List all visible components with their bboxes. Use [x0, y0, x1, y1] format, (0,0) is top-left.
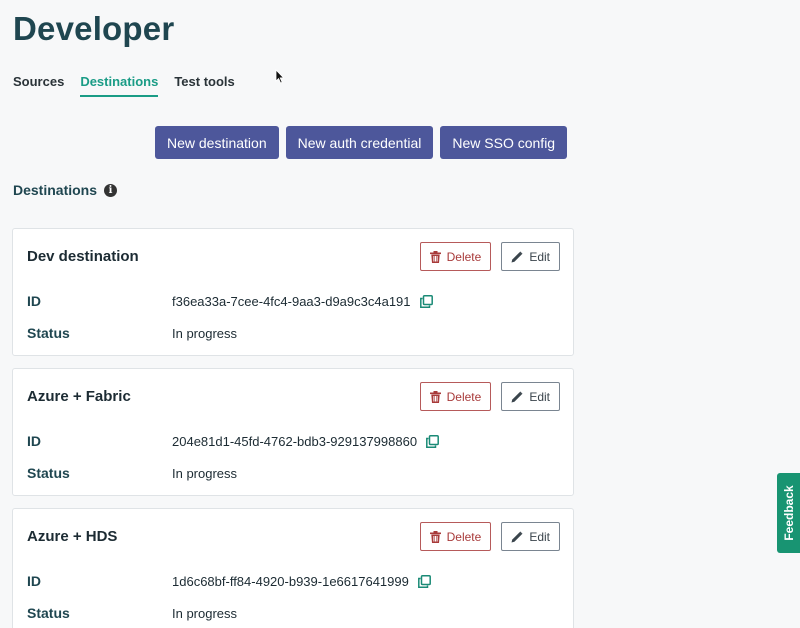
destination-id: 1d6c68bf-ff84-4920-b939-1e6617641999 — [172, 573, 409, 589]
destination-card: Dev destination Delete Edit ID f36ea33a-… — [12, 228, 574, 356]
mouse-cursor-icon — [275, 69, 285, 84]
page-title: Developer — [13, 10, 175, 47]
copy-icon[interactable] — [417, 574, 431, 588]
status-value: In progress — [172, 605, 238, 621]
copy-icon[interactable] — [419, 294, 433, 308]
id-row: ID 1d6c68bf-ff84-4920-b939-1e6617641999 — [27, 573, 431, 589]
status-row: Status In progress — [27, 605, 237, 621]
edit-label: Edit — [529, 249, 550, 264]
status-label: Status — [27, 325, 70, 341]
id-label: ID — [27, 573, 41, 589]
status-label: Status — [27, 605, 70, 621]
pencil-icon — [511, 531, 523, 542]
destination-card: Azure + HDS Delete Edit ID 1d6c68bf-ff84… — [12, 508, 574, 628]
id-row: ID f36ea33a-7cee-4fc4-9aa3-d9a9c3c4a191 — [27, 293, 433, 309]
delete-label: Delete — [446, 389, 482, 404]
tab-sources[interactable]: Sources — [13, 74, 64, 97]
section-title: Destinations — [13, 182, 98, 198]
destination-name: Azure + Fabric — [27, 388, 131, 405]
copy-icon[interactable] — [426, 434, 440, 448]
status-label: Status — [27, 465, 70, 481]
destinations-header: Destinations i — [13, 182, 118, 198]
tab-test-tools[interactable]: Test tools — [174, 74, 234, 97]
trash-icon — [429, 530, 441, 543]
delete-button[interactable]: Delete — [419, 242, 492, 271]
tab-destinations[interactable]: Destinations — [80, 74, 159, 97]
tab-bar: Sources Destinations Test tools — [13, 74, 251, 97]
destination-name: Dev destination — [27, 248, 139, 265]
destination-name: Azure + HDS — [27, 528, 118, 545]
destinations-list: Dev destination Delete Edit ID f36ea33a-… — [12, 228, 574, 628]
feedback-label: Feedback — [781, 485, 796, 541]
card-actions: Delete Edit — [419, 242, 560, 271]
id-label: ID — [27, 293, 41, 309]
destination-id: f36ea33a-7cee-4fc4-9aa3-d9a9c3c4a191 — [172, 293, 411, 309]
destination-card: Azure + Fabric Delete Edit ID 204e81d1-4… — [12, 368, 574, 496]
status-value: In progress — [172, 325, 238, 341]
developer-page: Developer Sources Destinations Test tool… — [0, 0, 800, 628]
pencil-icon — [511, 251, 523, 262]
edit-button[interactable]: Edit — [501, 242, 560, 271]
card-actions: Delete Edit — [419, 382, 560, 411]
delete-label: Delete — [446, 529, 482, 544]
edit-button[interactable]: Edit — [501, 522, 560, 551]
action-bar: New destination New auth credential New … — [155, 126, 574, 159]
delete-button[interactable]: Delete — [419, 382, 492, 411]
pencil-icon — [511, 391, 523, 402]
id-label: ID — [27, 433, 41, 449]
edit-label: Edit — [529, 389, 550, 404]
card-actions: Delete Edit — [419, 522, 560, 551]
trash-icon — [429, 250, 441, 263]
new-sso-config-button[interactable]: New SSO config — [440, 126, 568, 159]
delete-button[interactable]: Delete — [419, 522, 492, 551]
feedback-tab[interactable]: Feedback — [777, 473, 800, 553]
info-icon[interactable]: i — [104, 183, 118, 197]
edit-button[interactable]: Edit — [501, 382, 560, 411]
status-row: Status In progress — [27, 465, 237, 481]
delete-label: Delete — [446, 249, 482, 264]
edit-label: Edit — [529, 529, 550, 544]
trash-icon — [429, 390, 441, 403]
new-destination-button[interactable]: New destination — [155, 126, 279, 159]
id-row: ID 204e81d1-45fd-4762-bdb3-929137998860 — [27, 433, 440, 449]
status-value: In progress — [172, 465, 238, 481]
new-auth-credential-button[interactable]: New auth credential — [285, 126, 434, 159]
destination-id: 204e81d1-45fd-4762-bdb3-929137998860 — [172, 433, 418, 449]
status-row: Status In progress — [27, 325, 237, 341]
